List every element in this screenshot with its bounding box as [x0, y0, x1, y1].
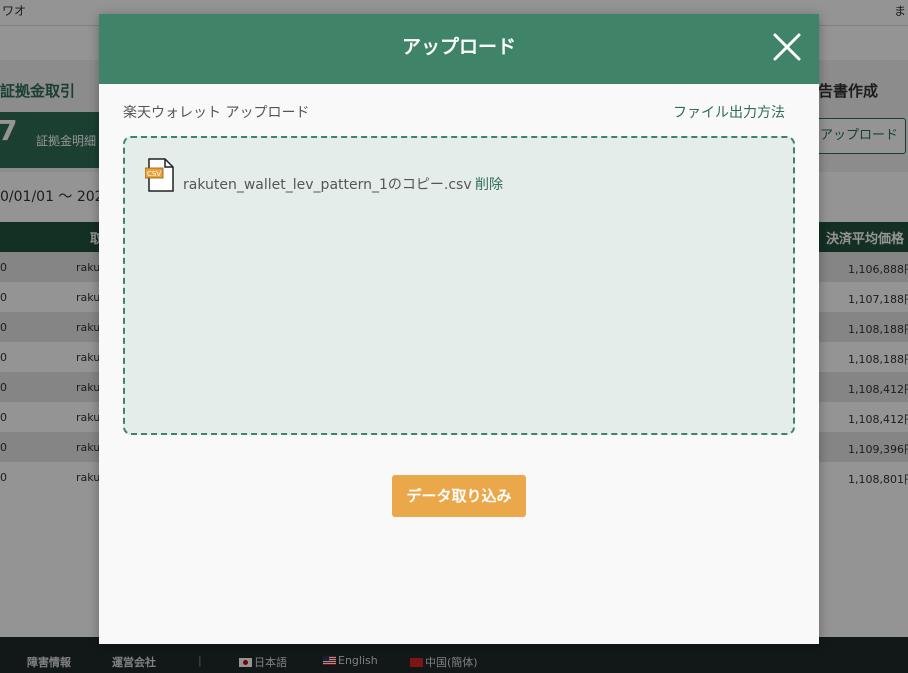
upload-subheading: 楽天ウォレット アップロード [123, 105, 310, 121]
csv-file-icon: CSV [144, 158, 177, 192]
modal-title: アップロード [401, 36, 516, 58]
import-data-button[interactable]: データ取り込み [392, 475, 526, 517]
modal-header: アップロード [99, 14, 819, 84]
file-dropzone[interactable]: CSV rakuten_wallet_lev_pattern_1のコピー.csv… [123, 136, 795, 435]
uploaded-file-name: rakuten_wallet_lev_pattern_1のコピー.csv [183, 177, 472, 193]
delete-file-link[interactable]: 削除 [475, 174, 503, 194]
close-icon[interactable] [771, 31, 803, 63]
file-export-help-link[interactable]: ファイル出力方法 [673, 102, 785, 122]
upload-modal: アップロード 楽天ウォレット アップロード ファイル出力方法 CSV rakut… [99, 14, 819, 644]
csv-badge: CSV [147, 170, 161, 178]
